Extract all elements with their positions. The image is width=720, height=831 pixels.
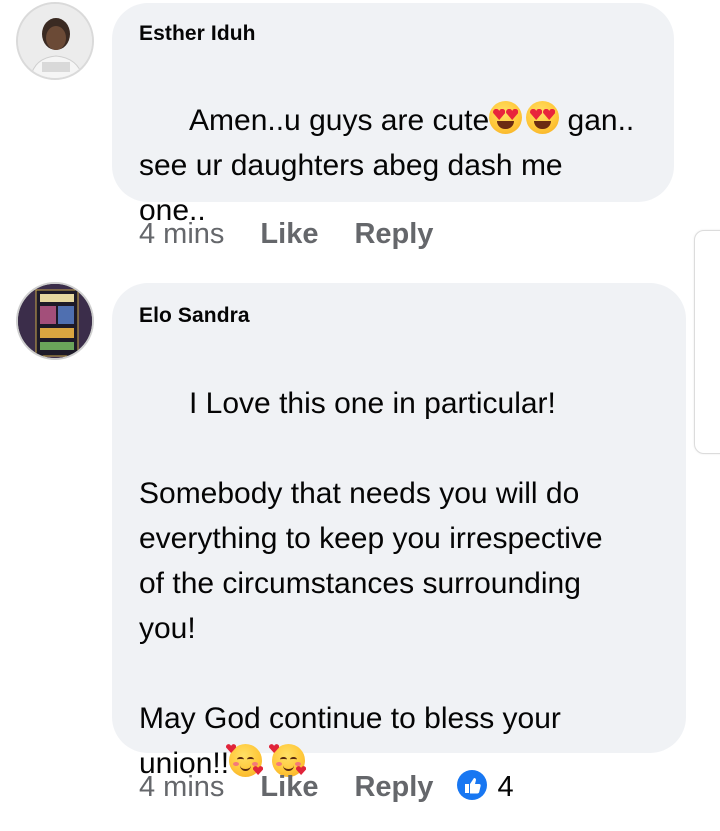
comment-meta: 4 mins Like Reply: [139, 218, 433, 251]
person-photo-icon: [18, 4, 92, 78]
flyer-photo-icon: [18, 284, 92, 358]
heart-eyes-emoji-icon: [489, 101, 523, 134]
avatar-esther-iduh[interactable]: [16, 2, 94, 80]
comment-text-line1a: Amen..u guys are cute: [189, 104, 490, 137]
avatar-elo-sandra[interactable]: [16, 282, 94, 360]
comment-time: 4 mins: [139, 218, 225, 250]
comment-author[interactable]: Esther Iduh: [139, 22, 256, 46]
comment-text: I Love this one in particular! Somebody …: [139, 336, 603, 831]
comment-bubble[interactable]: Esther Iduh Amen..u guys are cute gan.. s…: [112, 3, 674, 227]
comment-author[interactable]: Elo Sandra: [139, 304, 250, 328]
comment-esther-iduh: Esther Iduh Amen..u guys are cute gan.. s…: [0, 0, 720, 260]
side-panel-edge: [694, 230, 720, 454]
like-button[interactable]: Like: [260, 218, 318, 250]
comment-elo-sandra: Elo Sandra I Love this one in particular…: [0, 280, 720, 804]
comment-text-line1b: gan..: [559, 104, 635, 137]
heart-eyes-emoji-icon: [526, 101, 560, 134]
comment-text-body: I Love this one in particular! Somebody …: [139, 387, 603, 735]
reply-button[interactable]: Reply: [354, 771, 433, 803]
comment-bubble[interactable]: Elo Sandra I Love this one in particular…: [112, 283, 686, 780]
comment-time: 4 mins: [139, 771, 225, 803]
comment-text-rest: see ur daughters abeg dash me one..: [139, 149, 563, 227]
thumbs-up-icon[interactable]: [457, 770, 488, 800]
reply-button[interactable]: Reply: [354, 218, 433, 250]
reaction-count[interactable]: 4: [497, 771, 513, 803]
comment-meta: 4 mins Like Reply 4: [139, 770, 514, 804]
like-button[interactable]: Like: [260, 771, 318, 803]
